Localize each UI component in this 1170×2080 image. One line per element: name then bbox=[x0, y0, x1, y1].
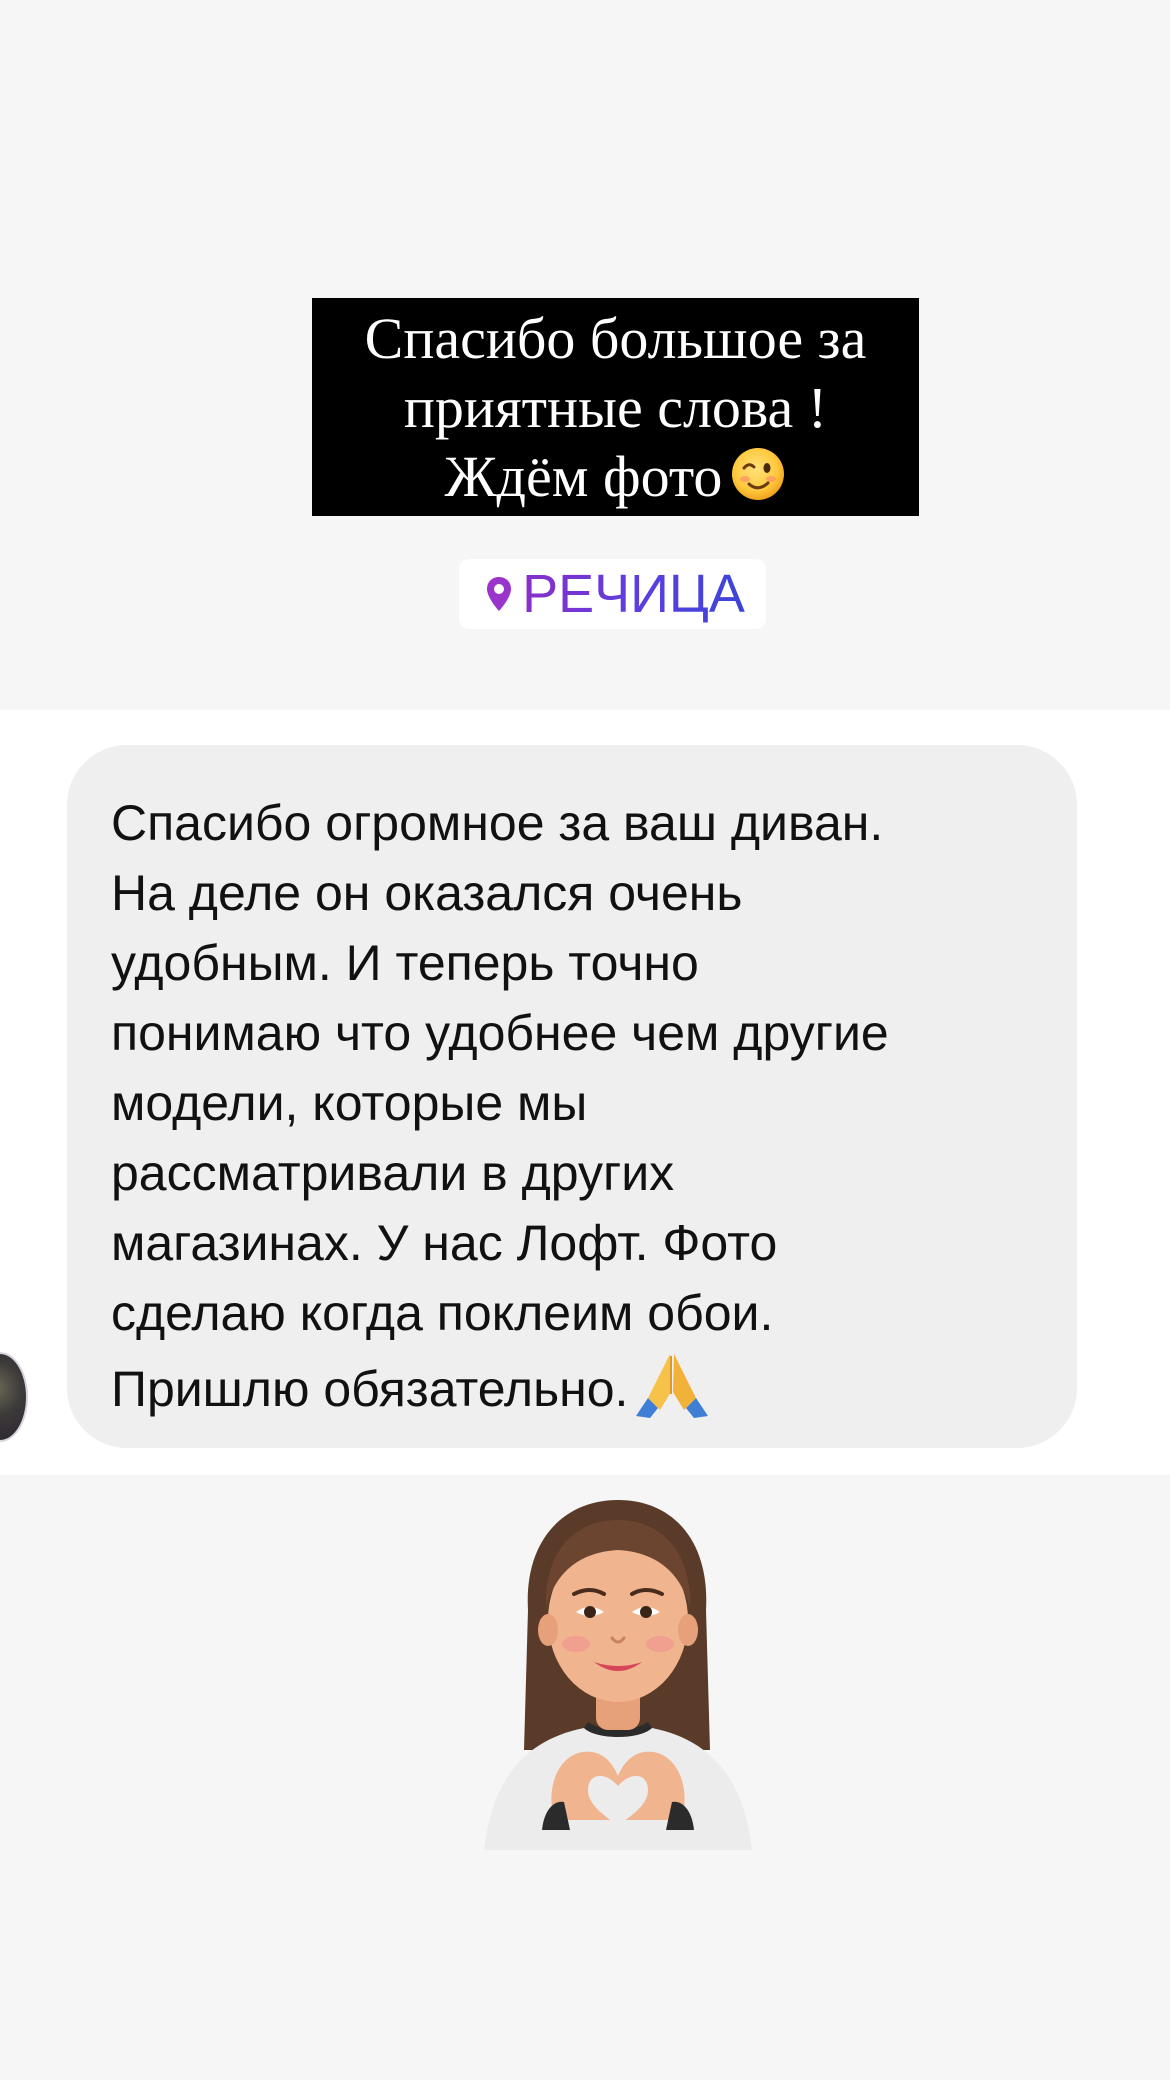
message-line: сделаю когда поклеим обои. bbox=[111, 1285, 774, 1341]
location-sticker[interactable]: РЕЧИЦА bbox=[459, 559, 766, 629]
message-line: магазинах. У нас Лофт. Фото bbox=[111, 1215, 778, 1271]
message-line-text: Пришлю обязательно. bbox=[111, 1361, 629, 1417]
message-line: На деле он оказался очень bbox=[111, 865, 743, 921]
location-label: РЕЧИЦА bbox=[522, 564, 745, 624]
caption-line: Спасибо большое за bbox=[364, 306, 867, 371]
message-line: модели, которые мы bbox=[111, 1075, 588, 1131]
message-line: Спасибо огромное за ваш диван. bbox=[111, 795, 884, 851]
message-line: Пришлю обязательно. bbox=[111, 1348, 1047, 1424]
message-line: рассматривали в других bbox=[111, 1145, 675, 1201]
caption-line: Ждём фото bbox=[312, 442, 919, 511]
story-caption: Спасибо большое за приятные слова ! Ждём… bbox=[312, 298, 919, 516]
message-line: понимаю что удобнее чем другие bbox=[111, 1005, 889, 1061]
folded-hands-icon bbox=[636, 1354, 709, 1418]
message-text: Спасибо огромное за ваш диван. На деле о… bbox=[111, 788, 1047, 1424]
message-line: удобным. И теперь точно bbox=[111, 935, 699, 991]
memoji-heart-hands-icon bbox=[484, 1500, 752, 1850]
caption-line-text: Ждём фото bbox=[444, 444, 723, 509]
message-bubble[interactable]: Спасибо огромное за ваш диван. На деле о… bbox=[67, 745, 1077, 1448]
caption-line: приятные слова ! bbox=[403, 375, 828, 440]
winking-face-icon bbox=[732, 448, 785, 500]
location-pin-icon bbox=[487, 577, 512, 611]
